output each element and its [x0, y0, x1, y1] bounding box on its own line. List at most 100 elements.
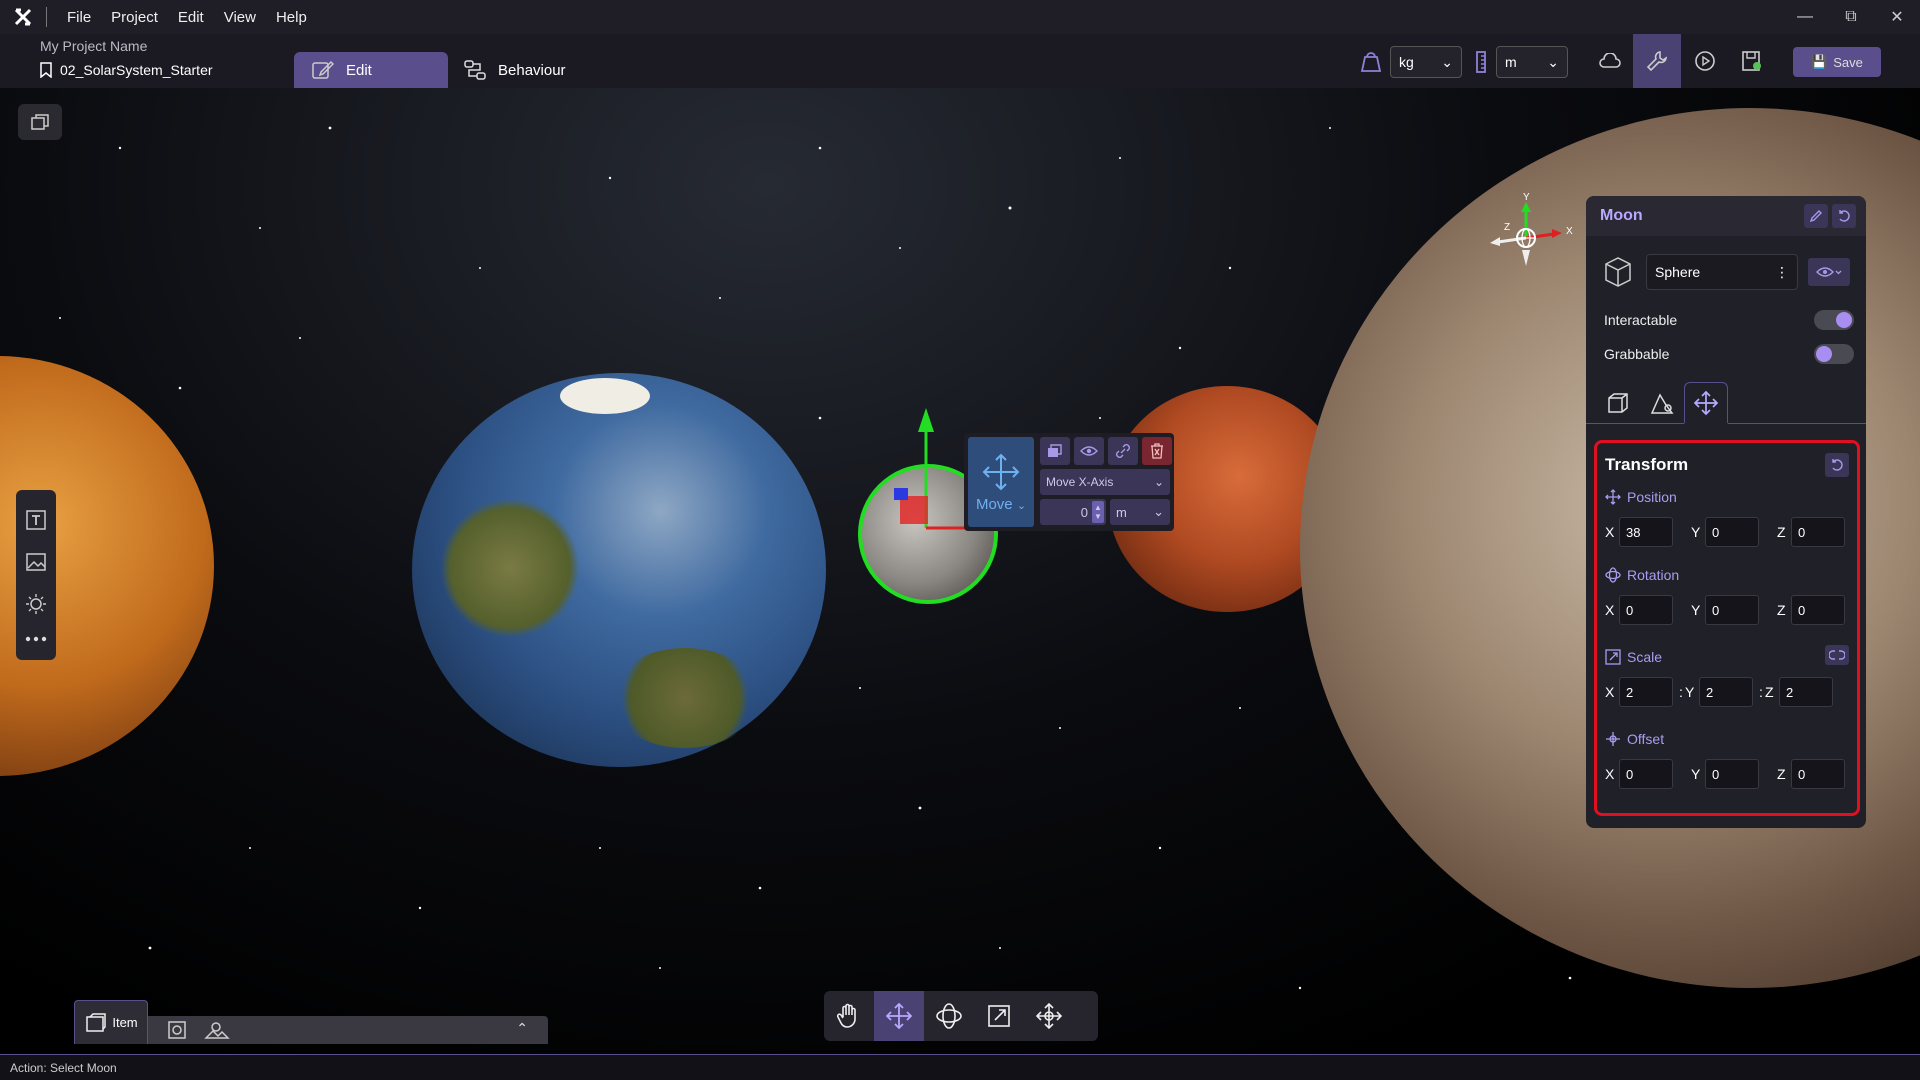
left-toolbar: [16, 490, 56, 660]
lock-scale-button[interactable]: [1825, 645, 1849, 665]
offset-z-field[interactable]: 0: [1791, 759, 1845, 789]
axis-x-label: X: [1605, 766, 1615, 782]
save-button[interactable]: 💾 Save: [1793, 47, 1881, 77]
play-button[interactable]: [1681, 34, 1729, 88]
move-unit-value: m: [1116, 504, 1127, 520]
pencil-icon: [1809, 210, 1822, 223]
scene-tab-icon[interactable]: [166, 1018, 188, 1045]
scale-section: Scale X2 :Y2 :Z2: [1605, 645, 1849, 707]
tools-button[interactable]: [1633, 34, 1681, 88]
move-mode-label: Move: [975, 495, 1013, 513]
menu-project[interactable]: Project: [101, 9, 168, 26]
earth-continent: [610, 648, 760, 748]
shape-select[interactable]: Sphere ⋮: [1646, 254, 1798, 290]
pan-tool[interactable]: [824, 991, 874, 1041]
interactable-label: Interactable: [1604, 312, 1678, 328]
grabbable-row: Grabbable: [1604, 344, 1854, 364]
axis-select[interactable]: Move X-Axis ⌄: [1040, 469, 1170, 495]
view-mode-button[interactable]: [18, 104, 62, 140]
visibility-select[interactable]: [1808, 258, 1850, 286]
gizmo-z-label: Z: [1504, 222, 1510, 233]
tab-transform[interactable]: [1684, 382, 1728, 424]
restore-icon[interactable]: ⧉: [1828, 0, 1874, 34]
window-controls: — ⧉ ✕: [1782, 0, 1920, 34]
offset-x-field[interactable]: 0: [1619, 759, 1673, 789]
grabbable-toggle[interactable]: [1814, 344, 1854, 364]
position-fields: X 38 Y0 Z0: [1605, 517, 1849, 547]
scene-name[interactable]: 02_SolarSystem_Starter: [40, 62, 213, 78]
rotation-header: Rotation: [1605, 565, 1849, 585]
kebab-menu-icon[interactable]: ⋮: [1775, 264, 1789, 281]
mass-unit-select[interactable]: kg ⌄: [1390, 46, 1462, 78]
move-arrows-icon: [982, 453, 1020, 490]
gizmo-x-label: X: [1566, 226, 1573, 237]
pivot-tool[interactable]: [1024, 991, 1074, 1041]
orientation-gizmo[interactable]: Y X Z: [1476, 188, 1576, 288]
interactable-toggle[interactable]: [1814, 310, 1854, 330]
environment-tab-icon[interactable]: [204, 1018, 230, 1045]
delete-button[interactable]: [1142, 437, 1172, 465]
duplicate-icon: [1048, 444, 1062, 457]
chevron-down-icon: ⌄: [1547, 53, 1559, 70]
menu-view[interactable]: View: [214, 9, 266, 26]
offset-label: Offset: [1627, 731, 1665, 747]
position-section: Position X 38 Y0 Z0: [1605, 487, 1849, 547]
scale-icon: [988, 1005, 1010, 1027]
minimize-icon[interactable]: —: [1782, 0, 1828, 34]
rotation-y-field[interactable]: 0: [1705, 595, 1759, 625]
position-x-field[interactable]: 38: [1619, 517, 1673, 547]
tab-edit[interactable]: Edit: [294, 52, 448, 88]
trash-icon: [1151, 443, 1163, 459]
scale-x-field[interactable]: 2: [1619, 677, 1673, 707]
close-icon[interactable]: ✕: [1874, 0, 1920, 34]
rename-button[interactable]: [1804, 204, 1828, 228]
publish-button[interactable]: [1728, 34, 1776, 88]
rotation-z-field[interactable]: 0: [1791, 595, 1845, 625]
chevron-down-icon: ⌄: [1153, 504, 1164, 519]
light-icon[interactable]: [25, 593, 47, 615]
axis-y-label: Y: [1691, 766, 1701, 782]
chevron-up-icon[interactable]: ⌃: [516, 1020, 528, 1037]
status-bar: Action: Select Moon: [0, 1054, 1920, 1080]
position-y-field[interactable]: 0: [1705, 517, 1759, 547]
save-button-label: Save: [1833, 54, 1863, 70]
link-button[interactable]: [1108, 437, 1138, 465]
tab-material[interactable]: [1640, 382, 1684, 424]
position-label: Position: [1627, 489, 1677, 505]
stepper-icon[interactable]: ▲ ▼: [1092, 501, 1104, 523]
move-amount-input[interactable]: 0 ▲ ▼: [1040, 499, 1106, 525]
cloud-button[interactable]: [1586, 34, 1634, 88]
inspector-header: Moon: [1586, 196, 1866, 236]
axis-z-label: Z: [1777, 602, 1786, 618]
scale-z-field[interactable]: 2: [1779, 677, 1833, 707]
tab-behaviour[interactable]: Behaviour: [464, 52, 566, 88]
menu-file[interactable]: File: [57, 9, 101, 26]
scene-name-label: 02_SolarSystem_Starter: [60, 62, 213, 78]
menu-help[interactable]: Help: [266, 9, 317, 26]
move-unit-select[interactable]: m ⌄: [1110, 499, 1170, 525]
duplicate-button[interactable]: [1040, 437, 1070, 465]
tab-item[interactable]: Item: [74, 1000, 148, 1044]
offset-y-field[interactable]: 0: [1705, 759, 1759, 789]
play-icon: [1695, 51, 1715, 71]
move-tool[interactable]: [874, 991, 924, 1041]
menu-edit[interactable]: Edit: [168, 9, 214, 26]
more-icon[interactable]: [25, 636, 47, 642]
inspector-header-buttons: [1804, 204, 1856, 228]
visibility-button[interactable]: [1074, 437, 1104, 465]
move-mode-button[interactable]: Move ⌄: [968, 437, 1034, 527]
length-unit-select[interactable]: m ⌄: [1496, 46, 1568, 78]
position-z-field[interactable]: 0: [1791, 517, 1845, 547]
text-icon[interactable]: [25, 509, 47, 531]
offset-header: Offset: [1605, 729, 1849, 749]
rotation-x-field[interactable]: 0: [1619, 595, 1673, 625]
tab-properties[interactable]: [1596, 382, 1640, 424]
move-icon: [1693, 390, 1719, 415]
scale-tool[interactable]: [974, 991, 1024, 1041]
image-icon[interactable]: [25, 552, 47, 572]
reset-transform-button[interactable]: [1825, 453, 1849, 477]
reset-object-button[interactable]: [1832, 204, 1856, 228]
scale-y-field[interactable]: 2: [1699, 677, 1753, 707]
scene-viewport[interactable]: Y X Z Move ⌄ Move X-Axis ⌄ 0 ▲ ▼ m ⌄ ⌃ I…: [0, 88, 1920, 1054]
rotate-tool[interactable]: [924, 991, 974, 1041]
